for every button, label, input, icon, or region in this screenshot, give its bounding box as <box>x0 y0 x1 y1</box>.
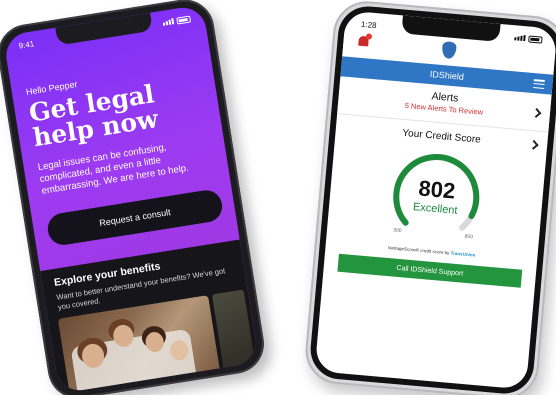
gauge-min-label: 300 <box>392 227 402 235</box>
idshield-logo-icon <box>441 40 457 60</box>
status-icons <box>162 15 192 26</box>
status-time: 9:41 <box>17 38 35 51</box>
status-time: 1:28 <box>360 19 377 30</box>
credit-score-gauge: 802 Excellent 300 850 <box>380 143 492 248</box>
request-consult-button[interactable]: Request a consult <box>45 188 225 248</box>
gauge-max-label: 850 <box>464 233 474 241</box>
battery-icon <box>176 15 192 25</box>
benefit-card-photo[interactable] <box>211 289 256 372</box>
marketing-image: 9:41 Hello Pepper Get legal help now Leg… <box>0 0 556 395</box>
notification-bell-icon[interactable] <box>357 33 373 49</box>
idshield-app-screen: 1:28 IDShield Alerts 5 New Alerts To Rev… <box>314 10 556 390</box>
transunion-logo: TransUnion <box>450 250 476 258</box>
idshield-app-phone: 1:28 IDShield Alerts 5 New Alerts To Rev… <box>302 0 556 395</box>
cellular-signal-icon <box>514 34 526 42</box>
battery-icon <box>528 34 543 44</box>
app-title: IDShield <box>429 69 465 82</box>
notification-badge <box>365 33 373 40</box>
status-icons <box>514 34 543 44</box>
hamburger-menu-icon[interactable] <box>533 79 545 89</box>
cellular-signal-icon <box>162 18 175 26</box>
disclaimer-text: VantageScore® credit score by <box>387 244 450 256</box>
legal-app-phone: 9:41 Hello Pepper Get legal help now Leg… <box>0 0 269 395</box>
